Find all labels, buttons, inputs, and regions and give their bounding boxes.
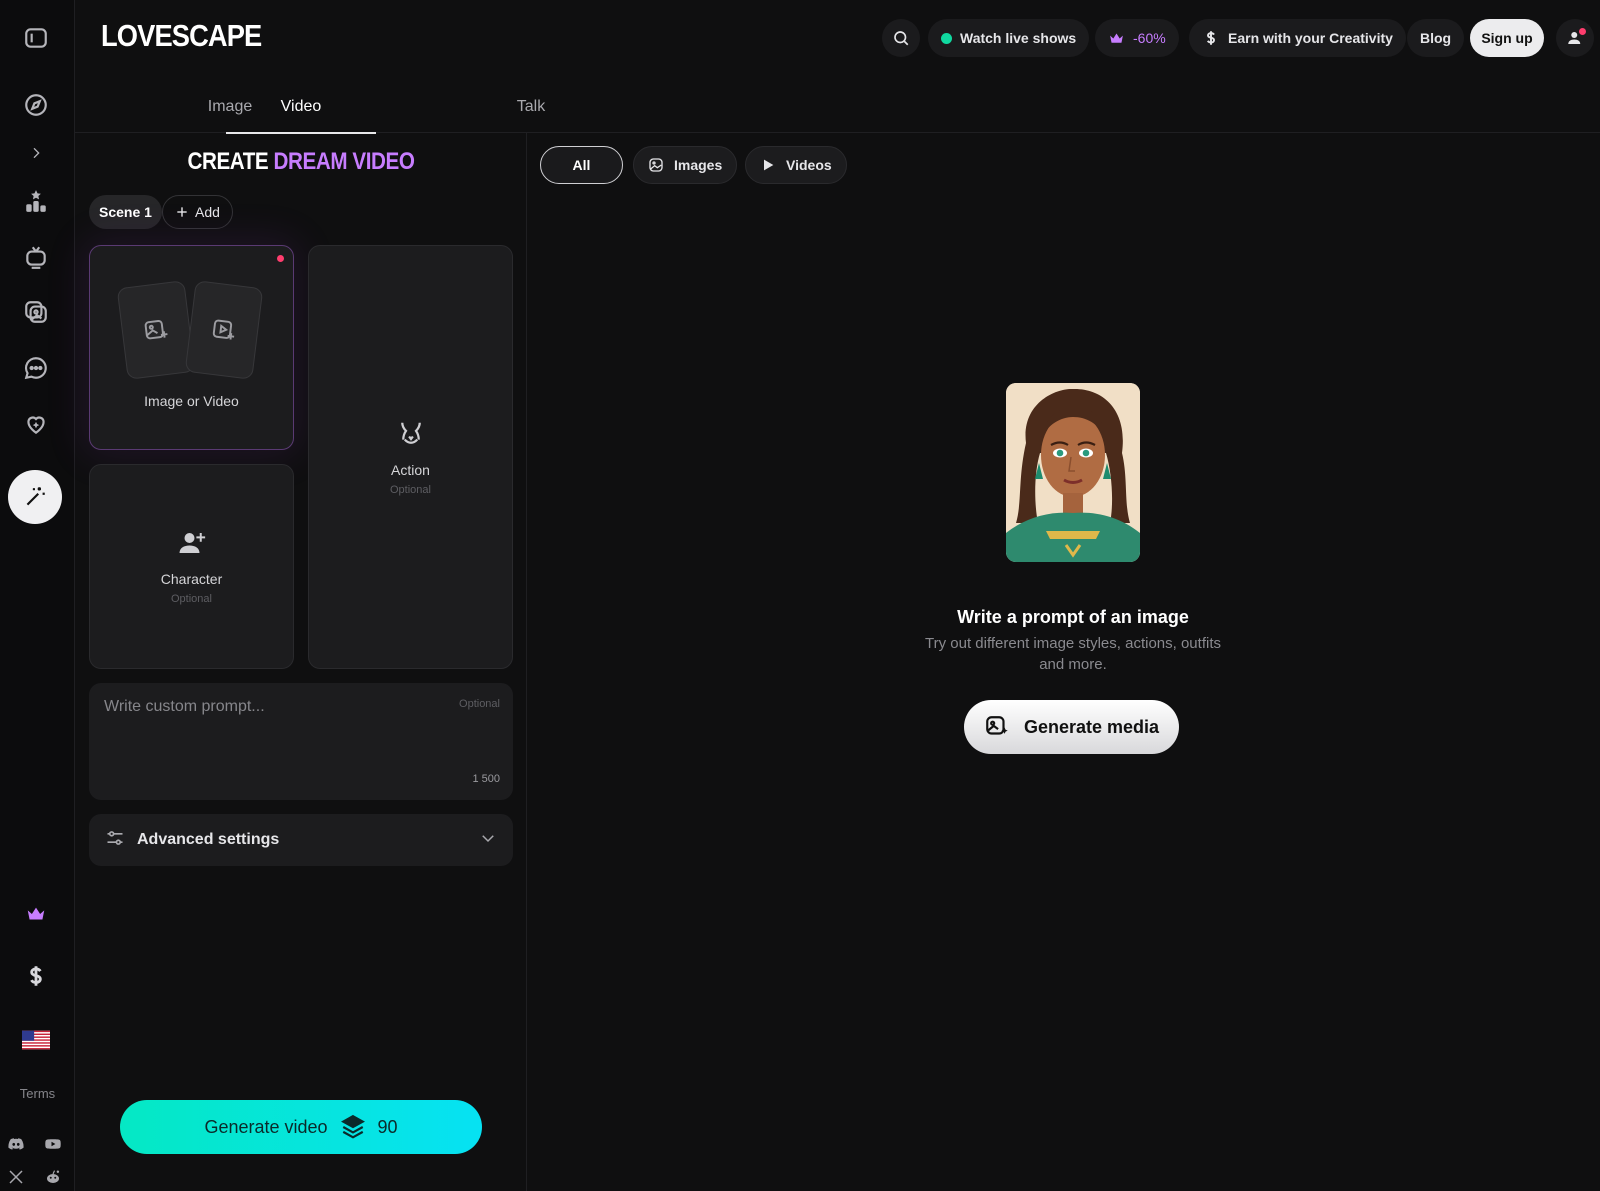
add-scene-button[interactable]: Add: [162, 195, 233, 229]
us-flag-icon[interactable]: [14, 1018, 58, 1062]
chevron-down-icon: [479, 829, 497, 852]
character-optional: Optional: [171, 593, 212, 605]
generate-video-cost: 90: [377, 1116, 398, 1137]
create-title: CREATE DREAM VIDEO: [119, 148, 484, 176]
tv-icon[interactable]: [14, 235, 58, 279]
logo[interactable]: LOVESCAPE: [101, 18, 262, 54]
heart-sparkle-icon[interactable]: [14, 402, 58, 446]
reddit-icon[interactable]: [42, 1166, 64, 1188]
custom-prompt-input[interactable]: [104, 698, 424, 778]
discord-icon[interactable]: [5, 1133, 27, 1155]
filter-all[interactable]: All: [540, 146, 623, 184]
sidebar-toggle-icon[interactable]: [14, 16, 58, 60]
earn-button[interactable]: Earn with your Creativity: [1189, 19, 1406, 57]
signup-button[interactable]: Sign up: [1470, 19, 1544, 57]
filter-videos-label: Videos: [786, 157, 832, 173]
gallery-icon[interactable]: [14, 290, 58, 334]
create-title-purple: DREAM VIDEO: [273, 148, 415, 175]
x-icon[interactable]: [5, 1166, 27, 1188]
scene-tab[interactable]: Scene 1: [89, 195, 162, 229]
image-icon: [649, 158, 663, 172]
chevron-right-icon[interactable]: [14, 131, 58, 175]
live-dot: [941, 32, 952, 44]
add-image-icon: [144, 320, 168, 340]
image-placeholder-card: [116, 280, 196, 380]
earn-label: Earn with your Creativity: [1228, 30, 1393, 46]
filter-videos[interactable]: Videos: [745, 146, 847, 184]
tab-video[interactable]: Video: [226, 80, 376, 134]
notification-dot: [1579, 28, 1586, 35]
magic-wand-icon[interactable]: [8, 470, 62, 524]
character-label: Character: [160, 571, 223, 587]
terms-link[interactable]: Terms: [0, 1086, 75, 1101]
watch-live-label: Watch live shows: [960, 30, 1077, 46]
tab-talk[interactable]: Talk: [456, 80, 606, 133]
add-user-icon: [177, 528, 207, 563]
dollar-icon: [1206, 31, 1215, 45]
search-icon: [894, 31, 909, 46]
portrait-illustration: [1006, 383, 1140, 562]
search-button[interactable]: [882, 19, 920, 57]
credits-icon: [340, 1114, 365, 1139]
filter-images[interactable]: Images: [633, 146, 738, 184]
filter-images-label: Images: [674, 157, 723, 173]
discount-label: -60%: [1133, 30, 1166, 46]
blog-link[interactable]: Blog: [1407, 19, 1465, 57]
advanced-settings-label: Advanced settings: [137, 831, 280, 848]
sample-portrait-image: [1006, 383, 1140, 562]
prompt-optional: Optional: [459, 698, 500, 710]
add-scene-label: Add: [195, 204, 220, 220]
action-label: Action: [391, 461, 430, 478]
video-placeholder-card: [184, 280, 264, 380]
prompt-container: Optional 1 500: [89, 683, 513, 800]
media-upload-card[interactable]: Image or Video: [89, 245, 294, 450]
crown-icon: [1110, 33, 1123, 43]
create-title-white: CREATE: [187, 148, 269, 175]
generate-video-button[interactable]: Generate video 90: [120, 1100, 482, 1154]
empty-state-title: Write a prompt of an image: [957, 607, 1189, 627]
prompt-char-limit: 1 500: [472, 773, 500, 785]
watch-live-button[interactable]: Watch live shows: [928, 19, 1090, 57]
leaderboard-icon[interactable]: [14, 179, 58, 223]
add-image-icon: [986, 716, 1008, 735]
dollar-icon[interactable]: [14, 954, 58, 998]
media-card-label: Image or Video: [144, 393, 239, 409]
play-icon: [764, 159, 774, 171]
action-card[interactable]: Action Optional: [308, 245, 513, 669]
plus-icon: [177, 207, 187, 217]
app-root: Terms LOVESCAPE Watch live shows -60% Ea…: [0, 0, 1600, 1191]
action-optional: Optional: [390, 483, 431, 496]
profile-button[interactable]: [1556, 19, 1594, 57]
crown-icon[interactable]: [14, 892, 58, 936]
left-rail: Terms: [0, 0, 75, 1191]
discount-button[interactable]: -60%: [1095, 19, 1179, 57]
mode-tabs: Image Video Talk: [75, 80, 1600, 134]
chat-icon[interactable]: [14, 346, 58, 390]
compass-icon[interactable]: [14, 83, 58, 127]
empty-state-subtitle: Try out different image styles, actions,…: [925, 635, 1221, 673]
required-dot: [277, 255, 284, 262]
body-pose-icon: [396, 419, 426, 454]
add-video-icon: [212, 319, 235, 340]
youtube-icon[interactable]: [42, 1133, 64, 1155]
sliders-icon: [105, 828, 125, 853]
panel-divider: [526, 133, 527, 1191]
generate-video-label: Generate video: [204, 1116, 328, 1137]
character-card[interactable]: Character Optional: [89, 464, 294, 669]
advanced-settings-toggle[interactable]: Advanced settings: [89, 814, 513, 866]
generate-media-label: Generate media: [1023, 716, 1160, 737]
generate-media-button[interactable]: Generate media: [964, 700, 1179, 754]
